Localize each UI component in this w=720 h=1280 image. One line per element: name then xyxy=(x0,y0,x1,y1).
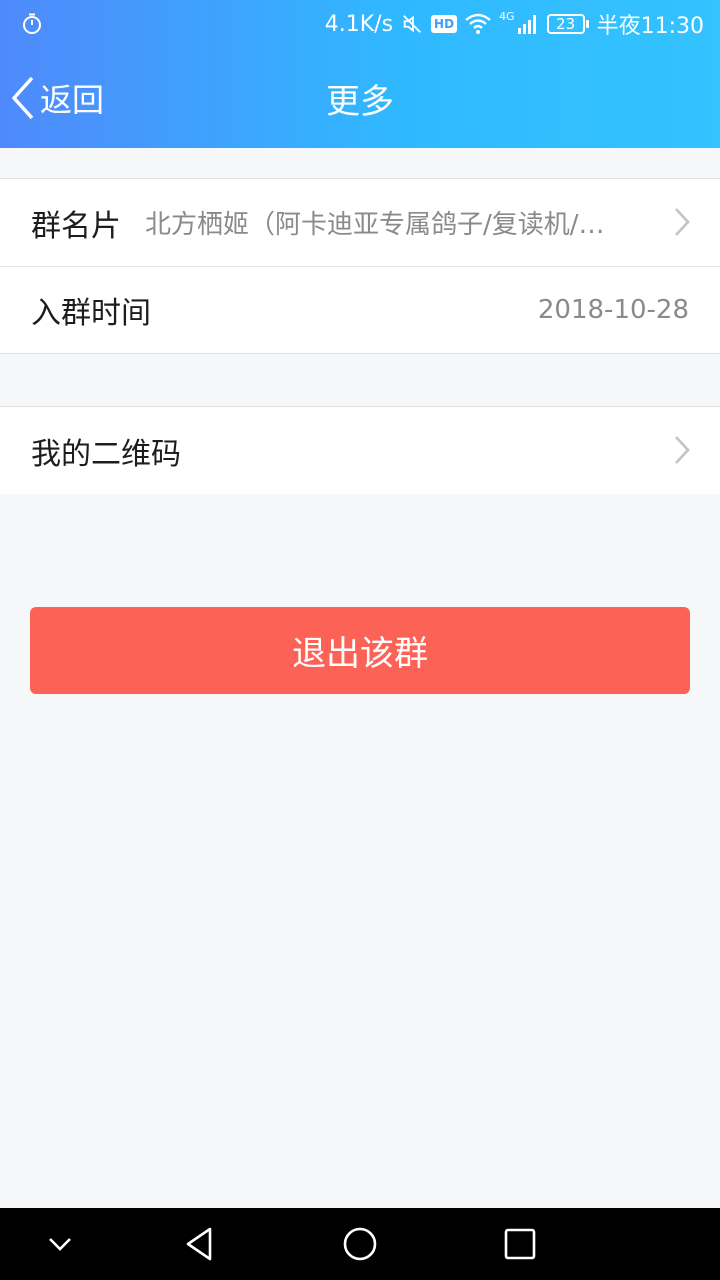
chevron-right-icon xyxy=(675,208,690,236)
system-navigation-bar xyxy=(0,1208,720,1280)
my-qr-code-row[interactable]: 我的二维码 xyxy=(0,407,720,494)
circle-home-icon[interactable] xyxy=(342,1226,378,1262)
chevron-right-icon xyxy=(675,436,690,464)
net-speed: 4.1K/s xyxy=(324,11,394,37)
triangle-back-icon[interactable] xyxy=(182,1226,218,1262)
muted-speaker-icon xyxy=(403,15,421,33)
signal-bars-icon xyxy=(517,15,536,34)
group-card-row[interactable]: 群名片 北方栖姬（阿卡迪亚专属鸽子/复读机/… xyxy=(0,179,720,266)
join-time-value: 2018-10-28 xyxy=(537,295,689,325)
join-time-row: 入群时间 2018-10-28 xyxy=(0,266,720,353)
nav-bar: 返回 更多 xyxy=(0,48,720,148)
square-recents-icon[interactable] xyxy=(502,1226,538,1262)
status-bar: 4.1K/s HD 4G 23 半夜11:30 xyxy=(0,0,720,48)
exit-group-button[interactable]: 退出该群 xyxy=(30,607,690,694)
qr-section: 我的二维码 xyxy=(0,406,720,494)
group-card-value: 北方栖姬（阿卡迪亚专属鸽子/复读机/… xyxy=(145,210,605,240)
join-time-label: 入群时间 xyxy=(31,296,151,331)
hd-badge: HD xyxy=(431,15,458,33)
group-card-label: 群名片 xyxy=(31,208,121,244)
clock: 半夜11:30 xyxy=(596,14,704,39)
wifi-icon xyxy=(465,13,491,34)
page-title: 更多 xyxy=(326,82,394,122)
stopwatch-icon xyxy=(23,13,41,34)
battery-indicator: 23 xyxy=(546,14,589,34)
network-type: 4G xyxy=(499,10,515,23)
chevron-down-icon[interactable] xyxy=(42,1226,78,1262)
my-qr-code-label: 我的二维码 xyxy=(31,436,181,472)
group-info-section: 群名片 北方栖姬（阿卡迪亚专属鸽子/复读机/… 入群时间 2018-10-28 xyxy=(0,178,720,354)
